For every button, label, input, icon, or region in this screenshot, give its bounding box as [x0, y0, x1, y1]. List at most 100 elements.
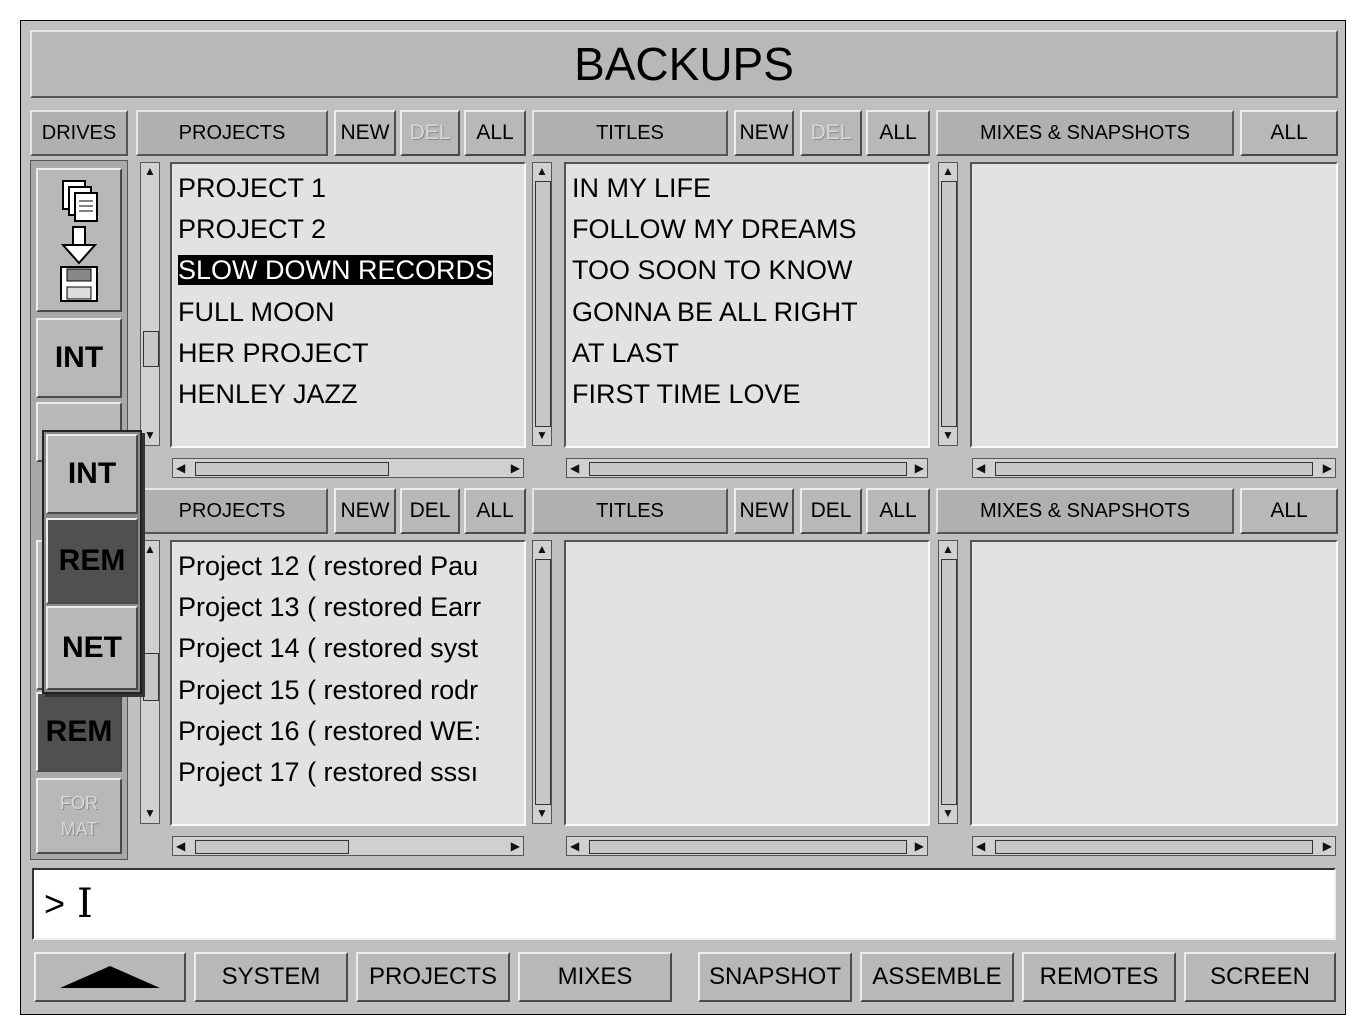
scroll-thumb[interactable]: [195, 462, 389, 476]
list-item[interactable]: IN MY LIFE: [566, 168, 928, 209]
scroll-thumb[interactable]: [589, 840, 907, 854]
upper-mixes-vscroll[interactable]: ▲ ▼: [938, 162, 958, 446]
list-item[interactable]: Project 16 ( restored WE:: [172, 711, 524, 752]
upper-projects-all-button[interactable]: ALL: [464, 110, 526, 156]
list-item[interactable]: AT LAST: [566, 333, 928, 374]
list-item[interactable]: PROJECT 2: [172, 209, 524, 250]
scroll-down-arrow-icon[interactable]: ▼: [942, 807, 954, 819]
upper-titles-all-button[interactable]: ALL: [866, 110, 930, 156]
scroll-right-arrow-icon[interactable]: ▶: [915, 462, 924, 474]
scroll-thumb[interactable]: [941, 181, 957, 427]
list-item[interactable]: FULL MOON: [172, 292, 524, 333]
scroll-up-arrow-icon[interactable]: ▲: [144, 165, 156, 177]
list-item[interactable]: Project 13 ( restored Earr: [172, 587, 524, 628]
drive-rem-button[interactable]: REM: [36, 692, 122, 772]
drive-int-button[interactable]: INT: [36, 318, 122, 398]
list-item[interactable]: Project 15 ( restored rodr: [172, 670, 524, 711]
scroll-thumb[interactable]: [995, 840, 1313, 854]
nav-snapshot-button[interactable]: SNAPSHOT: [698, 952, 852, 1002]
lower-mixes-vscroll[interactable]: ▲ ▼: [938, 540, 958, 824]
scroll-thumb[interactable]: [195, 840, 349, 854]
scroll-thumb[interactable]: [995, 462, 1313, 476]
lower-mixes-hscroll[interactable]: ◀ ▶: [972, 836, 1336, 856]
scroll-thumb[interactable]: [535, 559, 551, 805]
scroll-left-arrow-icon[interactable]: ◀: [570, 462, 579, 474]
lower-titles-list[interactable]: [564, 540, 930, 826]
format-button[interactable]: FOR MAT: [36, 778, 122, 854]
upper-mixes-list[interactable]: [970, 162, 1338, 448]
lower-titles-vscroll[interactable]: ▲ ▼: [532, 540, 552, 824]
scroll-left-arrow-icon[interactable]: ◀: [976, 462, 985, 474]
scroll-up-arrow-icon[interactable]: ▲: [536, 165, 548, 177]
lower-projects-new-button[interactable]: NEW: [334, 488, 396, 534]
upper-titles-hscroll[interactable]: ◀ ▶: [566, 458, 928, 478]
popup-net-option[interactable]: NET: [46, 606, 138, 690]
command-line-input[interactable]: > I: [32, 868, 1336, 940]
nav-screen-button[interactable]: SCREEN: [1184, 952, 1336, 1002]
upper-titles-vscroll[interactable]: ▲ ▼: [532, 162, 552, 446]
scroll-thumb[interactable]: [143, 653, 159, 701]
nav-remotes-button[interactable]: REMOTES: [1022, 952, 1176, 1002]
lower-projects-list[interactable]: Project 12 ( restored Pau Project 13 ( r…: [170, 540, 526, 826]
scroll-left-arrow-icon[interactable]: ◀: [976, 840, 985, 852]
scroll-down-arrow-icon[interactable]: ▼: [536, 429, 548, 441]
lower-projects-all-button[interactable]: ALL: [464, 488, 526, 534]
list-item[interactable]: GONNA BE ALL RIGHT: [566, 292, 928, 333]
list-item[interactable]: FOLLOW MY DREAMS: [566, 209, 928, 250]
upper-projects-del-button[interactable]: DEL: [400, 110, 460, 156]
nav-assemble-button[interactable]: ASSEMBLE: [860, 952, 1014, 1002]
scroll-left-arrow-icon[interactable]: ◀: [570, 840, 579, 852]
popup-rem-option[interactable]: REM: [46, 518, 138, 604]
upper-mixes-all-button[interactable]: ALL: [1240, 110, 1338, 156]
scroll-up-arrow-icon[interactable]: ▲: [144, 543, 156, 555]
list-item[interactable]: FIRST TIME LOVE: [566, 374, 928, 415]
list-item[interactable]: Project 17 ( restored sssı: [172, 752, 524, 793]
upper-projects-new-button[interactable]: NEW: [334, 110, 396, 156]
lower-projects-del-button[interactable]: DEL: [400, 488, 460, 534]
scroll-right-arrow-icon[interactable]: ▶: [1323, 840, 1332, 852]
scroll-right-arrow-icon[interactable]: ▶: [511, 462, 520, 474]
upper-mixes-hscroll[interactable]: ◀ ▶: [972, 458, 1336, 478]
popup-int-option[interactable]: INT: [46, 434, 138, 514]
scroll-thumb[interactable]: [143, 331, 159, 367]
list-item-selected[interactable]: SLOW DOWN RECORDS: [172, 250, 524, 291]
lower-mixes-list[interactable]: [970, 540, 1338, 826]
scroll-down-arrow-icon[interactable]: ▼: [536, 807, 548, 819]
list-item[interactable]: Project 12 ( restored Pau: [172, 546, 524, 587]
nav-mixes-button[interactable]: MIXES: [518, 952, 672, 1002]
lower-titles-new-button[interactable]: NEW: [734, 488, 794, 534]
nav-system-button[interactable]: SYSTEM: [194, 952, 348, 1002]
scroll-up-page-button[interactable]: [34, 952, 186, 1002]
scroll-right-arrow-icon[interactable]: ▶: [1323, 462, 1332, 474]
upper-projects-hscroll[interactable]: ◀ ▶: [172, 458, 524, 478]
list-item[interactable]: HER PROJECT: [172, 333, 524, 374]
nav-projects-button[interactable]: PROJECTS: [356, 952, 510, 1002]
scroll-left-arrow-icon[interactable]: ◀: [176, 462, 185, 474]
list-item[interactable]: Project 14 ( restored syst: [172, 628, 524, 669]
lower-titles-all-button[interactable]: ALL: [866, 488, 930, 534]
lower-titles-hscroll[interactable]: ◀ ▶: [566, 836, 928, 856]
scroll-right-arrow-icon[interactable]: ▶: [511, 840, 520, 852]
scroll-up-arrow-icon[interactable]: ▲: [942, 543, 954, 555]
scroll-down-arrow-icon[interactable]: ▼: [144, 807, 156, 819]
list-item[interactable]: PROJECT 1: [172, 168, 524, 209]
scroll-thumb[interactable]: [589, 462, 907, 476]
lower-projects-hscroll[interactable]: ◀ ▶: [172, 836, 524, 856]
upper-projects-list[interactable]: PROJECT 1 PROJECT 2 SLOW DOWN RECORDS FU…: [170, 162, 526, 448]
scroll-thumb[interactable]: [535, 181, 551, 427]
list-item[interactable]: TOO SOON TO KNOW: [566, 250, 928, 291]
lower-titles-del-button[interactable]: DEL: [800, 488, 862, 534]
upper-projects-vscroll[interactable]: ▲ ▼: [140, 162, 160, 446]
scroll-down-arrow-icon[interactable]: ▼: [942, 429, 954, 441]
scroll-up-arrow-icon[interactable]: ▲: [942, 165, 954, 177]
lower-projects-vscroll[interactable]: ▲ ▼: [140, 540, 160, 824]
scroll-thumb[interactable]: [941, 559, 957, 805]
scroll-down-arrow-icon[interactable]: ▼: [144, 429, 156, 441]
upper-titles-del-button[interactable]: DEL: [800, 110, 862, 156]
lower-mixes-all-button[interactable]: ALL: [1240, 488, 1338, 534]
scroll-up-arrow-icon[interactable]: ▲: [536, 543, 548, 555]
upper-titles-list[interactable]: IN MY LIFE FOLLOW MY DREAMS TOO SOON TO …: [564, 162, 930, 448]
scroll-left-arrow-icon[interactable]: ◀: [176, 840, 185, 852]
backup-to-disk-button[interactable]: [36, 168, 122, 312]
upper-titles-new-button[interactable]: NEW: [734, 110, 794, 156]
